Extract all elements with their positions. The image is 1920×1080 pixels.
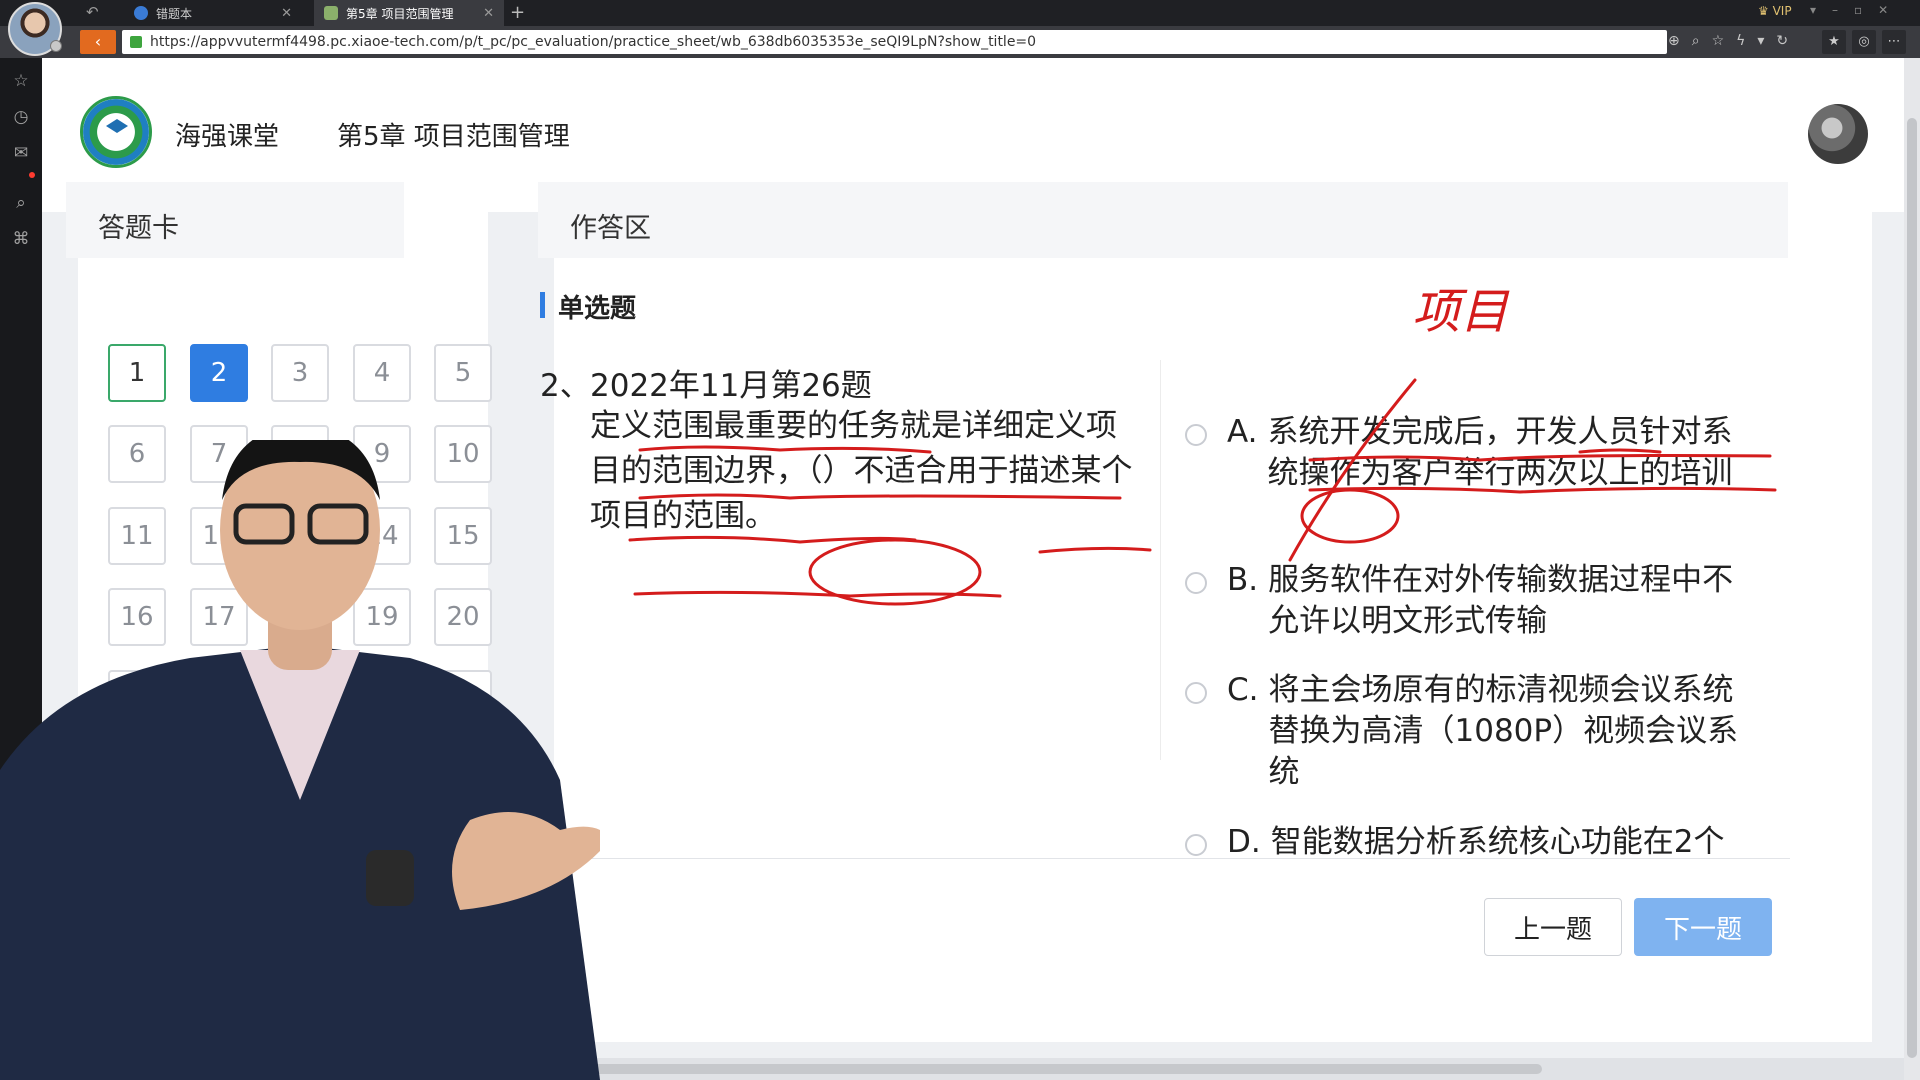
- tab-chapter-5[interactable]: 第5章 项目范围管理 ✕: [314, 0, 504, 26]
- next-question-button[interactable]: 下一题: [1634, 898, 1772, 956]
- answer-card-title: 答题卡: [98, 213, 179, 244]
- notification-dot: [29, 172, 35, 178]
- radio-c[interactable]: [1185, 682, 1207, 704]
- favorites-icon[interactable]: ★: [1822, 30, 1846, 54]
- profile-badge-icon: [50, 40, 62, 52]
- refresh-icon[interactable]: ↻: [1776, 33, 1788, 49]
- tab-close-icon[interactable]: ✕: [281, 6, 292, 21]
- option-text: 智能数据分析系统核心功能在2个月内完成，训练导航指示系统: [1270, 824, 1725, 856]
- history-clock-icon[interactable]: ◷: [10, 106, 32, 128]
- lapel-microphone-icon: [366, 850, 414, 906]
- tab-title: 错题本: [156, 6, 193, 21]
- radio-a[interactable]: [1185, 424, 1207, 446]
- search-icon[interactable]: ⌕: [10, 192, 32, 214]
- crown-icon: ♛: [1758, 4, 1769, 18]
- option-letter: A.: [1227, 414, 1258, 450]
- footer-divider: [540, 858, 1790, 859]
- option-a[interactable]: A. 系统开发完成后，开发人员针对系统操作为客户举行两次以上的培训: [1185, 412, 1755, 494]
- question-number-4[interactable]: 4: [353, 344, 411, 402]
- column-divider: [1160, 360, 1161, 760]
- user-avatar[interactable]: [1808, 104, 1868, 164]
- option-letter: B.: [1227, 562, 1259, 598]
- options-list: A. 系统开发完成后，开发人员针对系统操作为客户举行两次以上的培训 B. 服务软…: [1185, 400, 1805, 856]
- bookmark-star-icon[interactable]: ☆: [1712, 33, 1725, 49]
- option-d[interactable]: D. 智能数据分析系统核心功能在2个月内完成，训练导航指示系统: [1185, 822, 1755, 856]
- menu-icon[interactable]: ⋯: [1882, 30, 1906, 54]
- question-text: 定义范围最重要的任务就是详细定义项目的范围边界，（）不适合用于描述某个项目的范围…: [590, 408, 1133, 534]
- answer-area-title: 作答区: [570, 213, 651, 244]
- presenter-hand: [452, 812, 600, 910]
- option-text: 系统开发完成后，开发人员针对系统操作为客户举行两次以上的培训: [1267, 414, 1733, 491]
- question-type-label: 单选题: [558, 294, 637, 324]
- back-arrow-icon[interactable]: ‹: [80, 30, 116, 54]
- question-number-2[interactable]: 2: [190, 344, 248, 402]
- url-input[interactable]: https://appvvutermf4498.pc.xiaoe-tech.co…: [122, 30, 1667, 54]
- option-c[interactable]: C. 将主会场原有的标清视频会议系统替换为高清（1080P）视频会议系统: [1185, 670, 1755, 793]
- dropdown-icon[interactable]: ▾: [1757, 33, 1764, 49]
- site-name[interactable]: 海强课堂: [175, 116, 279, 153]
- radio-d[interactable]: [1185, 834, 1207, 856]
- window-controls[interactable]: ▾–▫✕: [1810, 3, 1904, 17]
- site-logo[interactable]: [80, 96, 152, 168]
- question-number-5[interactable]: 5: [434, 344, 492, 402]
- question-source: 2022年11月第26题: [590, 368, 872, 404]
- option-b[interactable]: B. 服务软件在对外传输数据过程中不允许以明文形式传输: [1185, 560, 1755, 642]
- toolbar-right: ★ ◎ ⋯: [1822, 30, 1906, 54]
- game-controller-icon[interactable]: ⌘: [10, 228, 32, 250]
- radio-b[interactable]: [1185, 572, 1207, 594]
- question-number: 2、: [540, 368, 591, 404]
- scrollbar-thumb[interactable]: [1907, 118, 1917, 1058]
- translate-icon[interactable]: ⊕: [1668, 33, 1680, 49]
- mail-icon[interactable]: ✉: [10, 142, 32, 164]
- address-tools: ⊕ ⌕ ☆ ϟ ▾ ↻: [1668, 33, 1788, 49]
- game-icon[interactable]: ◎: [1852, 30, 1876, 54]
- vertical-scrollbar[interactable]: [1904, 58, 1920, 1080]
- prev-question-button[interactable]: 上一题: [1484, 898, 1622, 956]
- tab-close-icon[interactable]: ✕: [483, 6, 494, 21]
- option-letter: D.: [1227, 824, 1261, 856]
- answer-area-header: [538, 182, 1788, 258]
- vip-label: VIP: [1772, 4, 1792, 18]
- url-text: https://appvvutermf4498.pc.xiaoe-tech.co…: [150, 34, 1037, 50]
- vip-badge[interactable]: ♛ VIP: [1758, 4, 1792, 18]
- tab-favicon-icon: [324, 6, 338, 20]
- chapter-title: 第5章 项目范围管理: [337, 122, 570, 152]
- option-text: 服务软件在对外传输数据过程中不允许以明文形式传输: [1268, 562, 1734, 639]
- secure-lock-icon: [130, 36, 142, 48]
- zoom-icon[interactable]: ⌕: [1692, 33, 1700, 49]
- tab-favicon-icon: [134, 6, 148, 20]
- star-icon[interactable]: ☆: [10, 70, 32, 92]
- question-number-3[interactable]: 3: [271, 344, 329, 402]
- presenter-video-overlay: [0, 440, 600, 1080]
- option-text: 将主会场原有的标清视频会议系统替换为高清（1080P）视频会议系统: [1268, 672, 1739, 790]
- tab-title: 第5章 项目范围管理: [346, 6, 454, 21]
- question-number-1[interactable]: 1: [108, 344, 166, 402]
- tab-error-book[interactable]: 错题本 ✕: [124, 0, 302, 26]
- undo-close-tab-icon[interactable]: ↶: [86, 3, 99, 21]
- option-letter: C.: [1227, 672, 1259, 708]
- lightning-icon[interactable]: ϟ: [1736, 33, 1745, 49]
- question-type-marker: [540, 292, 545, 318]
- graduation-cap-icon: [106, 119, 128, 133]
- new-tab-icon[interactable]: +: [510, 2, 525, 23]
